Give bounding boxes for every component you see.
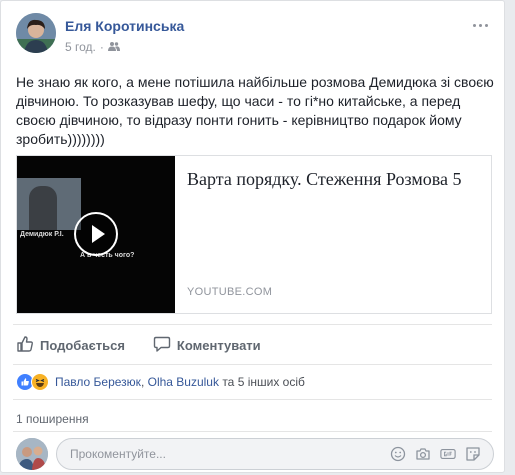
post-timestamp[interactable]: 5 год. — [65, 40, 96, 54]
reactor-name-1[interactable]: Павло Березюк — [55, 375, 141, 389]
post-meta: 5 год. · — [65, 40, 120, 54]
thumbnail-figure — [29, 186, 57, 230]
author-name[interactable]: Еля Коротинська — [65, 18, 184, 34]
comment-label: Коментувати — [176, 337, 261, 353]
reactor-name-2[interactable]: Olha Buzuluk — [148, 375, 219, 389]
divider — [13, 364, 492, 365]
post-card: Еля Коротинська 5 год. · Не знаю як кого… — [0, 0, 505, 473]
divider — [13, 399, 492, 400]
sticker-icon[interactable] — [465, 446, 481, 462]
comment-placeholder: Прокоментуйте... — [70, 447, 166, 461]
audience-friends-icon[interactable] — [107, 40, 120, 54]
comment-composer: Прокоментуйте... — [16, 438, 494, 470]
divider — [13, 324, 492, 325]
reactor-separator: , — [140, 375, 148, 389]
author-avatar[interactable] — [16, 13, 56, 53]
separator-dot: · — [99, 40, 104, 54]
camera-icon[interactable] — [415, 446, 431, 462]
reactions-summary[interactable]: Павло Березюк , Olha Buzuluk та 5 інших … — [16, 373, 305, 391]
like-label: Подобається — [40, 337, 125, 353]
post-header: Еля Коротинська 5 год. · — [16, 13, 492, 57]
haha-reaction-icon — [31, 373, 49, 391]
action-bar: Подобається Коментувати — [16, 334, 261, 356]
link-domain: YOUTUBE.COM — [187, 286, 273, 298]
video-thumbnail[interactable]: Демидюк Р.І. А в честь чого? — [17, 156, 175, 313]
thumbs-up-icon — [16, 335, 34, 356]
link-title[interactable]: Варта порядку. Стеження Розмова 5 — [187, 167, 487, 192]
like-button[interactable]: Подобається — [16, 334, 125, 356]
gif-icon[interactable] — [440, 446, 456, 462]
post-options-icon[interactable] — [468, 15, 492, 35]
comment-button[interactable]: Коментувати — [153, 334, 261, 356]
user-photo-icon — [16, 438, 48, 470]
avatar-photo-icon — [16, 13, 56, 53]
divider — [13, 431, 492, 432]
post-text: Не знаю як кого, а мене потішила найбіль… — [16, 74, 494, 147]
shares-count[interactable]: 1 поширення — [16, 412, 89, 426]
comment-bubble-icon — [153, 335, 171, 356]
emoji-icon[interactable] — [390, 446, 406, 462]
current-user-avatar[interactable] — [16, 438, 48, 470]
comment-input-icons — [390, 446, 493, 462]
reactor-others[interactable]: та 5 інших осіб — [219, 375, 305, 389]
link-preview[interactable]: Демидюк Р.І. А в честь чого? Варта поряд… — [16, 155, 492, 314]
thumbnail-caption-name: Демидюк Р.І. — [20, 231, 64, 238]
comment-input[interactable]: Прокоментуйте... — [56, 438, 494, 470]
play-icon[interactable] — [74, 212, 118, 256]
